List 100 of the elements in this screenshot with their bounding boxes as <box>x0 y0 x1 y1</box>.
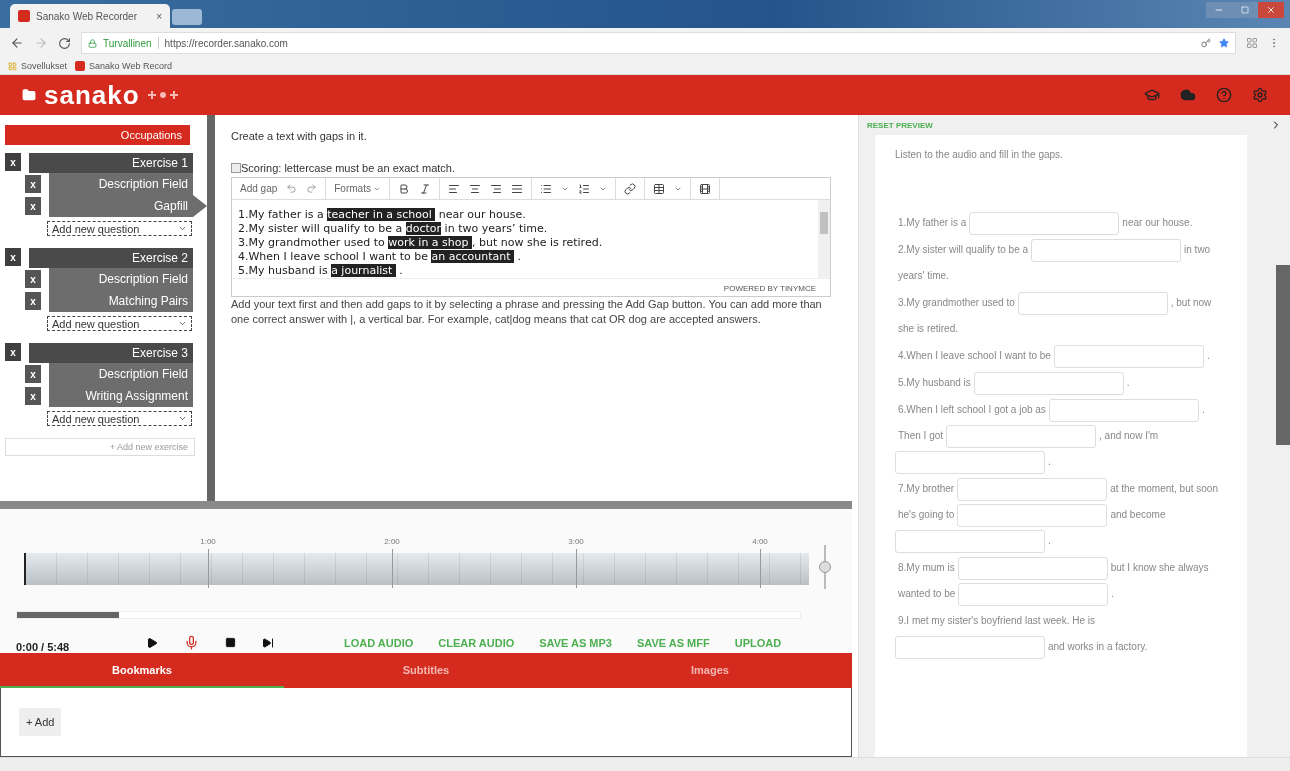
answer-field[interactable] <box>957 556 1108 580</box>
add-question-select[interactable]: Add new question <box>47 316 192 331</box>
add-gap-button[interactable]: Add gap <box>240 183 278 194</box>
align-left-icon[interactable] <box>447 182 460 195</box>
sentence-text: . <box>1048 455 1051 470</box>
redo-icon[interactable] <box>306 183 318 194</box>
answer-field[interactable] <box>957 477 1108 501</box>
delete-button[interactable]: x <box>25 292 41 310</box>
favicon-icon <box>18 10 30 22</box>
sentence-text: 4.When I leave school I want to be <box>898 349 1051 364</box>
preview-instruction: Listen to the audio and fill in the gaps. <box>895 149 1064 160</box>
reload-icon[interactable] <box>58 36 71 50</box>
extension-icon[interactable] <box>1246 37 1258 49</box>
powered-by-label: POWERED BY TINYMCE <box>232 278 830 296</box>
answer-field[interactable] <box>1048 398 1199 422</box>
undo-icon[interactable] <box>286 183 298 194</box>
sentence-text: , and now I'm <box>1099 429 1159 444</box>
course-title[interactable]: Occupations <box>5 125 190 145</box>
address-field[interactable]: Turvallinen https://recorder.sanako.com <box>81 32 1236 54</box>
stop-icon[interactable] <box>225 637 236 649</box>
question-item[interactable]: Gapfill <box>49 195 207 217</box>
microphone-icon[interactable] <box>184 635 199 651</box>
answer-field[interactable] <box>973 371 1124 395</box>
formats-dropdown[interactable]: Formats <box>334 183 381 194</box>
answer-field[interactable] <box>1053 344 1204 368</box>
question-item[interactable]: Writing Assignment <box>49 385 193 407</box>
sentence-text: 9.I met my sister's boyfriend last week. He is <box>898 614 1095 629</box>
scrollbar[interactable] <box>207 115 215 501</box>
lock-icon <box>88 38 97 48</box>
folder-icon[interactable] <box>22 88 36 102</box>
sentence-text: , but now <box>1170 296 1212 311</box>
add-question-select[interactable]: Add new question <box>47 221 192 236</box>
delete-button[interactable]: x <box>25 387 41 405</box>
delete-button[interactable]: x <box>25 270 41 288</box>
settings-icon[interactable] <box>1252 87 1268 103</box>
help-icon[interactable] <box>1216 87 1232 103</box>
text-editor[interactable]: 1.My father is a teacher in a school near our house. 2.My sister will qualify to be a doctor in two years’ time. 3.My grandmother used to work in a shop , but now she is retired. 4.When I leave school I want to be an accountant . 5.My husband is a journalist . <box>232 200 818 278</box>
add-bookmark-button[interactable]: + Add <box>19 708 62 736</box>
table-icon[interactable] <box>652 182 665 195</box>
checkbox[interactable] <box>231 163 241 173</box>
numbered-list-icon[interactable] <box>577 182 590 195</box>
exercise-item[interactable]: Exercise 2 <box>29 248 193 268</box>
bold-icon[interactable] <box>397 182 410 195</box>
logo-text: sanako <box>44 79 140 111</box>
close-button[interactable] <box>1258 2 1284 18</box>
exercise-item[interactable]: Exercise 3 <box>29 343 193 363</box>
bookmark[interactable]: Sovellukset <box>8 61 68 71</box>
answer-field[interactable] <box>895 529 1045 553</box>
panel-tab[interactable]: Bookmarks <box>0 653 284 688</box>
bookmark[interactable]: Sanako Web Record <box>75 61 172 71</box>
volume-thumb[interactable] <box>819 560 831 573</box>
add-question-select[interactable]: Add new question <box>47 411 192 426</box>
sentence-text: . <box>1111 587 1115 602</box>
key-icon[interactable] <box>1201 38 1211 48</box>
exercise-item[interactable]: Exercise 1 <box>29 153 193 173</box>
answer-field[interactable] <box>946 424 1097 448</box>
align-justify-icon[interactable] <box>510 182 523 195</box>
answer-field[interactable] <box>957 503 1108 527</box>
caret-icon <box>178 414 187 423</box>
graduation-cap-icon[interactable] <box>1144 87 1160 103</box>
browser-tab[interactable]: Sanako Web Recorder × <box>10 4 170 28</box>
media-icon[interactable] <box>698 182 711 195</box>
question-item[interactable]: Matching Pairs <box>49 290 193 312</box>
answer-field[interactable] <box>1017 291 1168 315</box>
answer-field[interactable] <box>958 582 1109 606</box>
answer-field[interactable] <box>895 635 1045 659</box>
italic-icon[interactable] <box>418 182 431 195</box>
minimize-button[interactable] <box>1206 2 1232 18</box>
delete-button[interactable]: x <box>5 343 21 361</box>
delete-button[interactable]: x <box>5 248 21 266</box>
cloud-icon[interactable] <box>1180 87 1196 103</box>
caret-icon <box>178 224 187 233</box>
answer-field[interactable] <box>1031 238 1182 262</box>
splitter-bar[interactable] <box>0 500 852 509</box>
sentence-text: years' time. <box>898 269 949 284</box>
align-center-icon[interactable] <box>468 182 481 195</box>
question-item[interactable]: Description Field <box>49 173 193 195</box>
back-icon[interactable] <box>10 36 24 50</box>
question-item[interactable]: Description Field <box>49 363 193 385</box>
progress-track[interactable] <box>16 610 801 619</box>
answer-field[interactable] <box>969 211 1120 235</box>
link-icon[interactable] <box>623 182 636 195</box>
skip-end-icon[interactable] <box>262 636 274 649</box>
star-icon[interactable] <box>1219 38 1229 48</box>
caret-icon <box>178 319 187 328</box>
gap-highlight: work in a shop <box>388 236 472 249</box>
instruction-text: Create a text with gaps in it. <box>231 130 368 142</box>
answer-field[interactable] <box>895 450 1045 474</box>
scrollbar[interactable] <box>818 200 830 278</box>
delete-button[interactable]: x <box>5 153 21 171</box>
delete-button[interactable]: x <box>25 365 41 383</box>
align-right-icon[interactable] <box>489 182 502 195</box>
play-icon[interactable] <box>146 636 158 649</box>
question-item[interactable]: Description Field <box>49 268 193 290</box>
delete-button[interactable]: x <box>25 197 41 215</box>
bullet-list-icon[interactable] <box>539 182 552 195</box>
sentence-text: she is retired. <box>898 322 959 337</box>
sentence-text: and become <box>1110 508 1166 523</box>
sentence-text: near our house. <box>1122 216 1193 231</box>
delete-button[interactable]: x <box>25 175 41 193</box>
